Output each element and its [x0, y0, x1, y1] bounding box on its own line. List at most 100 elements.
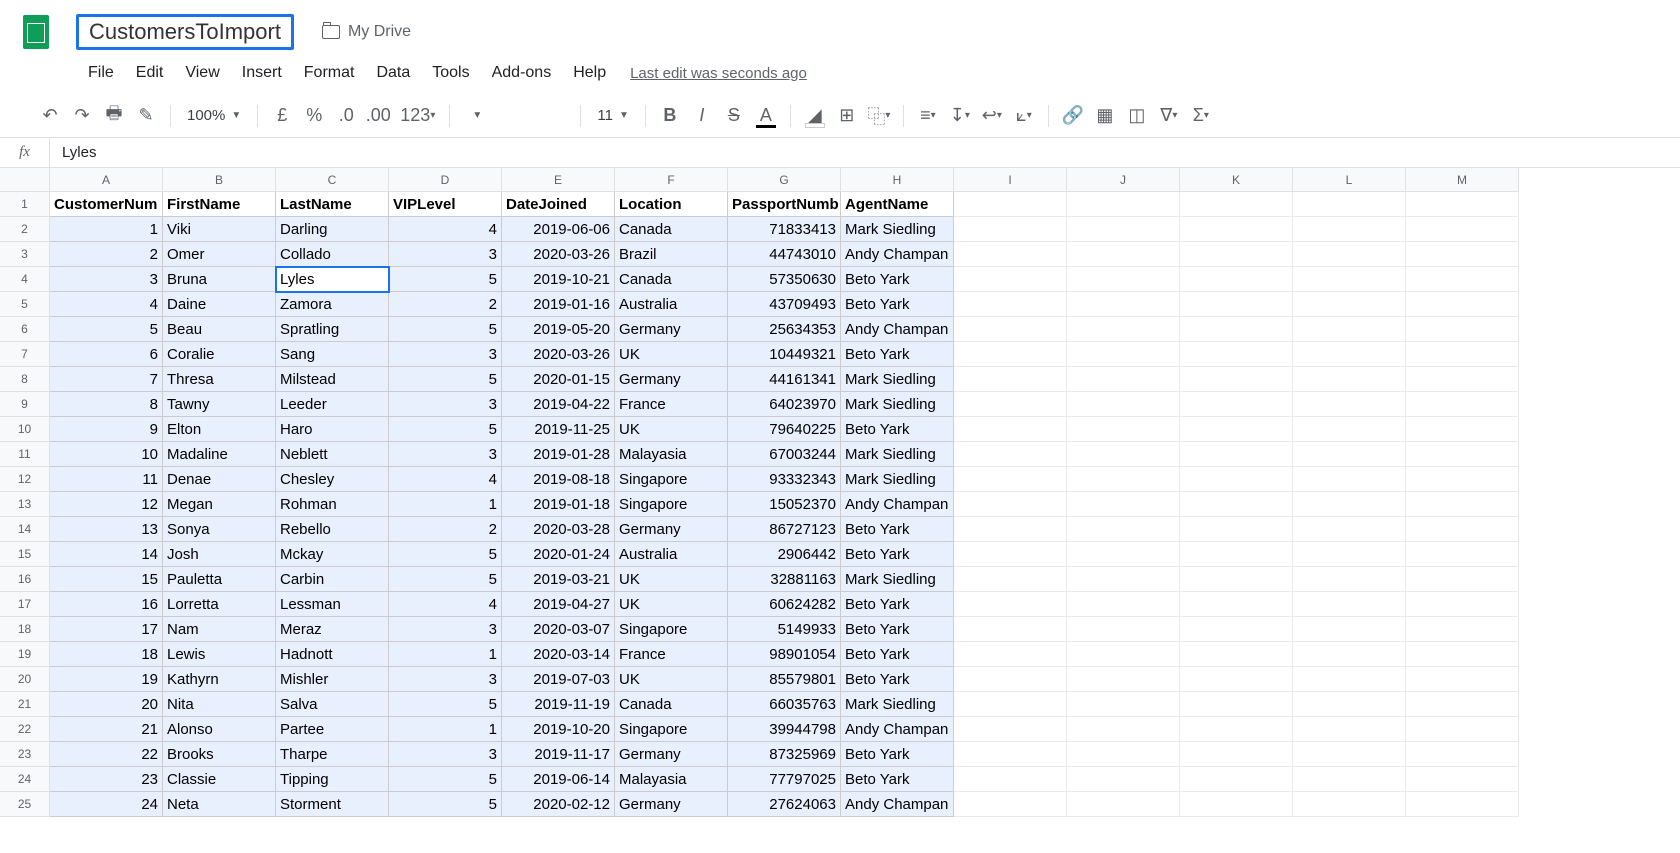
- fill-color-button[interactable]: ◢: [801, 102, 829, 130]
- data-cell[interactable]: [1180, 467, 1293, 492]
- data-cell[interactable]: UK: [615, 417, 728, 442]
- data-cell[interactable]: [1067, 592, 1180, 617]
- menu-data[interactable]: Data: [366, 60, 420, 86]
- data-cell[interactable]: Germany: [615, 742, 728, 767]
- data-cell[interactable]: UK: [615, 592, 728, 617]
- data-cell[interactable]: 5: [50, 317, 163, 342]
- data-cell[interactable]: [1293, 692, 1406, 717]
- data-cell[interactable]: France: [615, 642, 728, 667]
- data-cell[interactable]: [1180, 542, 1293, 567]
- data-cell[interactable]: [954, 467, 1067, 492]
- data-cell[interactable]: 5: [389, 767, 502, 792]
- data-cell[interactable]: 2020-03-28: [502, 517, 615, 542]
- data-cell[interactable]: [1293, 517, 1406, 542]
- data-cell[interactable]: Andy Champan: [841, 317, 954, 342]
- data-cell[interactable]: 32881163: [728, 567, 841, 592]
- data-cell[interactable]: [954, 367, 1067, 392]
- data-cell[interactable]: [1067, 467, 1180, 492]
- row-header[interactable]: 17: [0, 592, 50, 617]
- data-cell[interactable]: 2: [389, 292, 502, 317]
- row-header[interactable]: 15: [0, 542, 50, 567]
- data-cell[interactable]: Beto Yark: [841, 542, 954, 567]
- data-cell[interactable]: [954, 417, 1067, 442]
- data-cell[interactable]: Elton: [163, 417, 276, 442]
- data-cell[interactable]: 27624063: [728, 792, 841, 817]
- data-cell[interactable]: Lorretta: [163, 592, 276, 617]
- data-cell[interactable]: Nita: [163, 692, 276, 717]
- row-header[interactable]: 4: [0, 267, 50, 292]
- data-cell[interactable]: [1067, 267, 1180, 292]
- data-cell[interactable]: [1067, 792, 1180, 817]
- header-cell[interactable]: [954, 192, 1067, 217]
- row-header[interactable]: 2: [0, 217, 50, 242]
- data-cell[interactable]: [954, 242, 1067, 267]
- col-header-F[interactable]: F: [615, 168, 728, 192]
- data-cell[interactable]: [1293, 442, 1406, 467]
- data-cell[interactable]: [1180, 217, 1293, 242]
- data-cell[interactable]: UK: [615, 342, 728, 367]
- data-cell[interactable]: Mishler: [276, 667, 389, 692]
- col-header-D[interactable]: D: [389, 168, 502, 192]
- data-cell[interactable]: [1180, 267, 1293, 292]
- data-cell[interactable]: 12: [50, 492, 163, 517]
- data-cell[interactable]: 7: [50, 367, 163, 392]
- data-cell[interactable]: Madaline: [163, 442, 276, 467]
- row-header[interactable]: 16: [0, 567, 50, 592]
- data-cell[interactable]: 2019-06-14: [502, 767, 615, 792]
- data-cell[interactable]: Mark Siedling: [841, 692, 954, 717]
- merge-cells-button[interactable]: ⿻▾: [865, 102, 893, 130]
- data-cell[interactable]: [1293, 392, 1406, 417]
- row-header[interactable]: 24: [0, 767, 50, 792]
- data-cell[interactable]: Beto Yark: [841, 417, 954, 442]
- col-header-J[interactable]: J: [1067, 168, 1180, 192]
- data-cell[interactable]: [954, 392, 1067, 417]
- data-cell[interactable]: 1: [389, 492, 502, 517]
- data-cell[interactable]: [1406, 617, 1519, 642]
- data-cell[interactable]: Pauletta: [163, 567, 276, 592]
- data-cell[interactable]: 1: [50, 217, 163, 242]
- data-cell[interactable]: [1067, 742, 1180, 767]
- data-cell[interactable]: Beto Yark: [841, 667, 954, 692]
- data-cell[interactable]: 8: [50, 392, 163, 417]
- data-cell[interactable]: Chesley: [276, 467, 389, 492]
- data-cell[interactable]: UK: [615, 567, 728, 592]
- data-cell[interactable]: Singapore: [615, 717, 728, 742]
- data-cell[interactable]: 2019-06-06: [502, 217, 615, 242]
- data-cell[interactable]: 5: [389, 317, 502, 342]
- col-header-C[interactable]: C: [276, 168, 389, 192]
- header-cell[interactable]: AgentName: [841, 192, 954, 217]
- data-cell[interactable]: 1: [389, 642, 502, 667]
- data-cell[interactable]: [954, 592, 1067, 617]
- data-cell[interactable]: [1293, 717, 1406, 742]
- data-cell[interactable]: [1180, 692, 1293, 717]
- data-cell[interactable]: Beto Yark: [841, 592, 954, 617]
- data-cell[interactable]: 43709493: [728, 292, 841, 317]
- header-cell[interactable]: [1067, 192, 1180, 217]
- data-cell[interactable]: Spratling: [276, 317, 389, 342]
- col-header-K[interactable]: K: [1180, 168, 1293, 192]
- menu-insert[interactable]: Insert: [232, 60, 292, 86]
- data-cell[interactable]: 3: [389, 742, 502, 767]
- data-cell[interactable]: [1180, 292, 1293, 317]
- data-cell[interactable]: [1406, 467, 1519, 492]
- format-percent-button[interactable]: %: [300, 102, 328, 130]
- data-cell[interactable]: Omer: [163, 242, 276, 267]
- data-cell[interactable]: 2020-01-24: [502, 542, 615, 567]
- data-cell[interactable]: 77797025: [728, 767, 841, 792]
- data-cell[interactable]: [1406, 417, 1519, 442]
- data-cell[interactable]: Bruna: [163, 267, 276, 292]
- data-cell[interactable]: [1180, 417, 1293, 442]
- data-cell[interactable]: [1180, 742, 1293, 767]
- data-cell[interactable]: Beto Yark: [841, 642, 954, 667]
- data-cell[interactable]: [1180, 592, 1293, 617]
- data-cell[interactable]: Thresa: [163, 367, 276, 392]
- data-cell[interactable]: Mark Siedling: [841, 467, 954, 492]
- data-cell[interactable]: [954, 567, 1067, 592]
- data-cell[interactable]: Hadnott: [276, 642, 389, 667]
- data-cell[interactable]: [1293, 417, 1406, 442]
- data-cell[interactable]: [1406, 792, 1519, 817]
- data-cell[interactable]: Rohman: [276, 492, 389, 517]
- print-button[interactable]: 🖶: [100, 102, 128, 130]
- data-cell[interactable]: [1180, 342, 1293, 367]
- data-cell[interactable]: 2019-01-16: [502, 292, 615, 317]
